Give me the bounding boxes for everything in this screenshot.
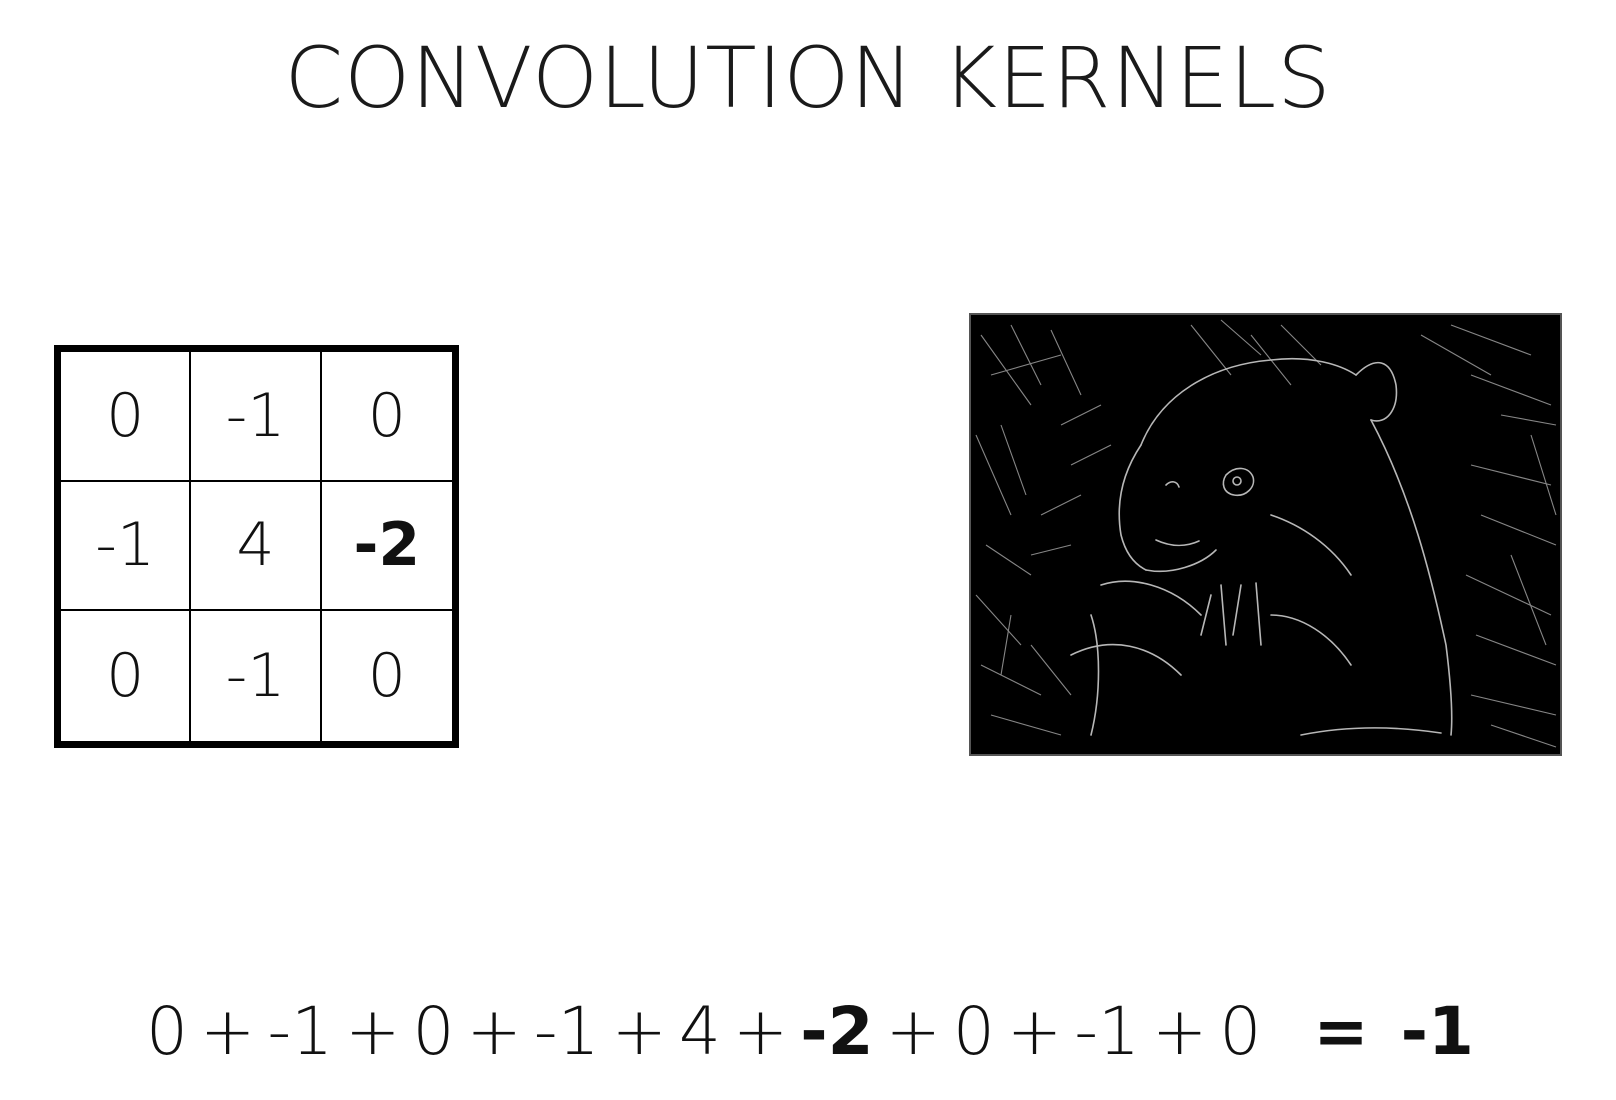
equation-equals: = — [1313, 993, 1369, 1070]
edge-detected-panda-image — [969, 313, 1562, 756]
kernel-cell: 0 — [61, 352, 192, 482]
convolution-equation: 0 + -1 +0 + -1 +4 + -2 +0 + -1 +0 = -1 — [0, 990, 1616, 1074]
equation-term: -1 — [1074, 993, 1140, 1070]
equation-operator: + — [1006, 993, 1063, 1070]
equation-result: -1 — [1400, 993, 1474, 1070]
equation-term: 0 — [952, 993, 995, 1070]
kernel-cell: -1 — [191, 352, 322, 482]
equation-term: 0 — [412, 993, 455, 1070]
equation-term: -1 — [267, 993, 334, 1070]
equation-operator: + — [1152, 993, 1208, 1070]
panda-edge-drawing — [971, 315, 1560, 754]
kernel-cell: -1 — [61, 481, 192, 612]
equation-operator: + — [611, 993, 667, 1070]
kernel-cell: 0 — [367, 641, 406, 712]
equation-operator: + — [732, 993, 789, 1070]
kernel-matrix: 0 -1 0 -1 4 -2 0 -1 0 — [54, 345, 459, 748]
kernel-cell: 0 — [321, 352, 452, 482]
equation-term: 4 — [678, 993, 721, 1070]
equation-operator: + — [200, 993, 256, 1070]
equation-operator: + — [466, 993, 522, 1070]
equation-term: 0 — [1219, 993, 1262, 1070]
page-title: CONVOLUTION KERNELS — [284, 29, 1332, 127]
equation-term-highlighted: -2 — [800, 993, 874, 1070]
equation-term: 0 — [146, 993, 189, 1070]
kernel-cell: -1 — [191, 611, 322, 741]
equation-term: -1 — [533, 993, 600, 1070]
equation-operator: + — [345, 993, 401, 1070]
equation-operator: + — [885, 993, 941, 1070]
kernel-cell-highlighted: -2 — [321, 482, 452, 612]
kernel-cell: 4 — [191, 481, 322, 612]
kernel-cell: 0 — [61, 611, 192, 741]
